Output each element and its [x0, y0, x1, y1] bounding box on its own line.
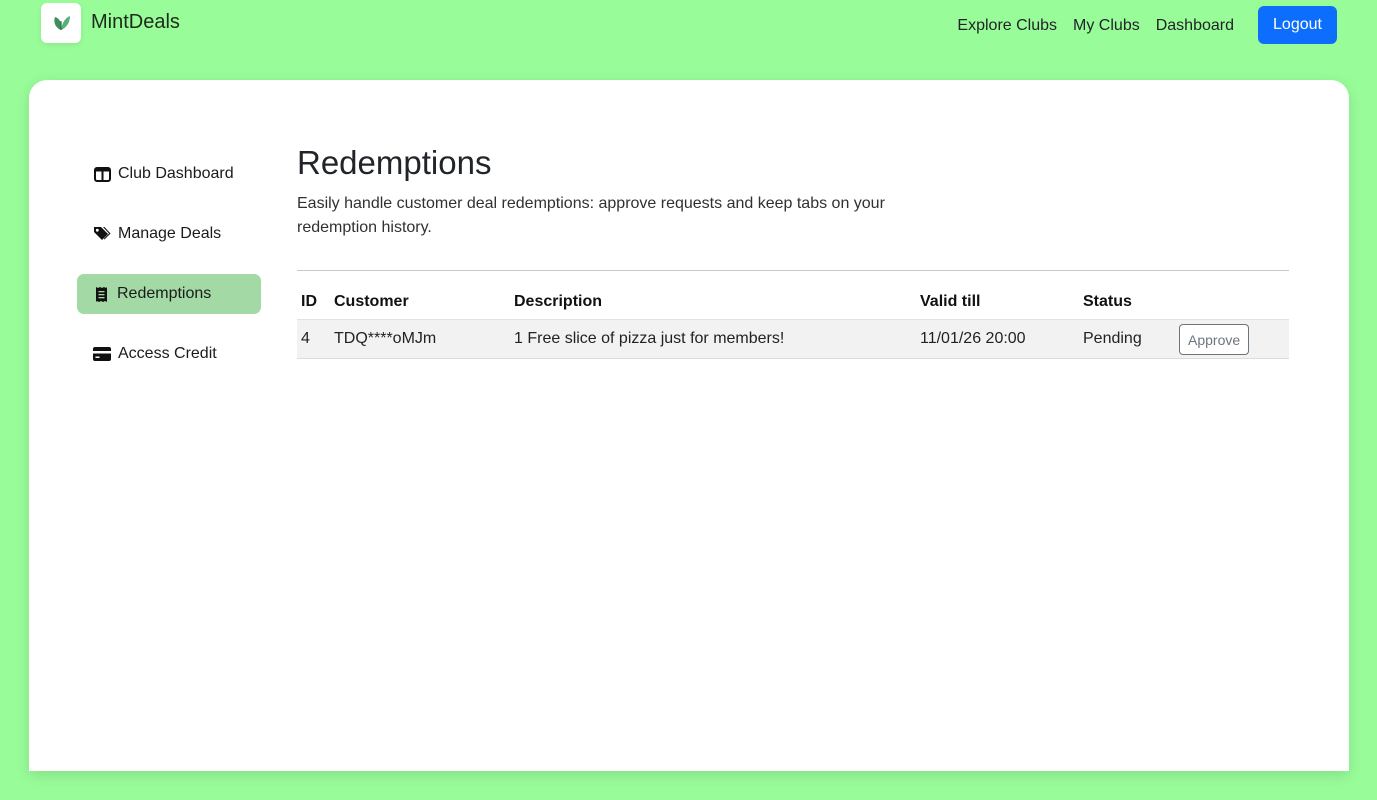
cell-description: 1 Free slice of pizza just for members! [514, 330, 785, 347]
sidebar-item-label: Access Credit [118, 345, 217, 362]
sidebar-item-label: Redemptions [117, 285, 212, 302]
brand-name[interactable]: MintDeals [91, 11, 180, 34]
nav-dashboard[interactable]: Dashboard [1148, 16, 1242, 36]
main-card: Club Dashboard Manage Deals Redemptions … [29, 80, 1349, 771]
table-row: 4 TDQ****oMJm 1 Free slice of pizza just… [297, 319, 1289, 359]
layout-icon [93, 165, 111, 183]
sidebar-item-label: Manage Deals [118, 225, 222, 242]
logout-button[interactable]: Logout [1258, 6, 1337, 44]
redemptions-table: ID Customer Description Valid till Statu… [297, 285, 1289, 359]
brand-logo[interactable] [41, 3, 81, 43]
table-header: ID Customer Description Valid till Statu… [297, 285, 1289, 319]
header-valid-till: Valid till [920, 293, 981, 310]
header-status: Status [1083, 293, 1132, 310]
tags-icon [93, 225, 111, 243]
page-title: Redemptions [297, 144, 492, 181]
top-navbar: MintDeals Explore Clubs My Clubs Dashboa… [0, 0, 1377, 60]
cell-action: Approve [1179, 323, 1289, 355]
cell-valid-till: 11/01/26 20:00 [920, 330, 1026, 347]
divider [297, 270, 1289, 271]
header-id: ID [301, 293, 317, 310]
main-content: Redemptions Easily handle customer deal … [297, 144, 1289, 359]
cell-id: 4 [301, 330, 310, 347]
sidebar-item-redemptions[interactable]: Redemptions [77, 274, 261, 314]
leaf-icon [49, 9, 73, 38]
sidebar-item-manage-deals[interactable]: Manage Deals [77, 214, 261, 254]
nav-explore-clubs[interactable]: Explore Clubs [949, 16, 1065, 36]
cell-status: Pending [1083, 330, 1142, 347]
cell-customer: TDQ****oMJm [334, 330, 437, 347]
page-description: Easily handle customer deal redemptions:… [297, 195, 885, 236]
receipt-icon [92, 285, 110, 303]
header-customer: Customer [334, 293, 409, 310]
sidebar-item-label: Club Dashboard [118, 165, 234, 182]
approve-button[interactable]: Approve [1179, 324, 1250, 355]
credit-card-icon [93, 345, 111, 363]
header-description: Description [514, 293, 603, 310]
sidebar-item-access-credit[interactable]: Access Credit [77, 334, 261, 374]
sidebar-item-club-dashboard[interactable]: Club Dashboard [77, 154, 261, 194]
nav-my-clubs[interactable]: My Clubs [1065, 16, 1148, 36]
nav-links: Explore Clubs My Clubs Dashboard [949, 16, 1242, 36]
